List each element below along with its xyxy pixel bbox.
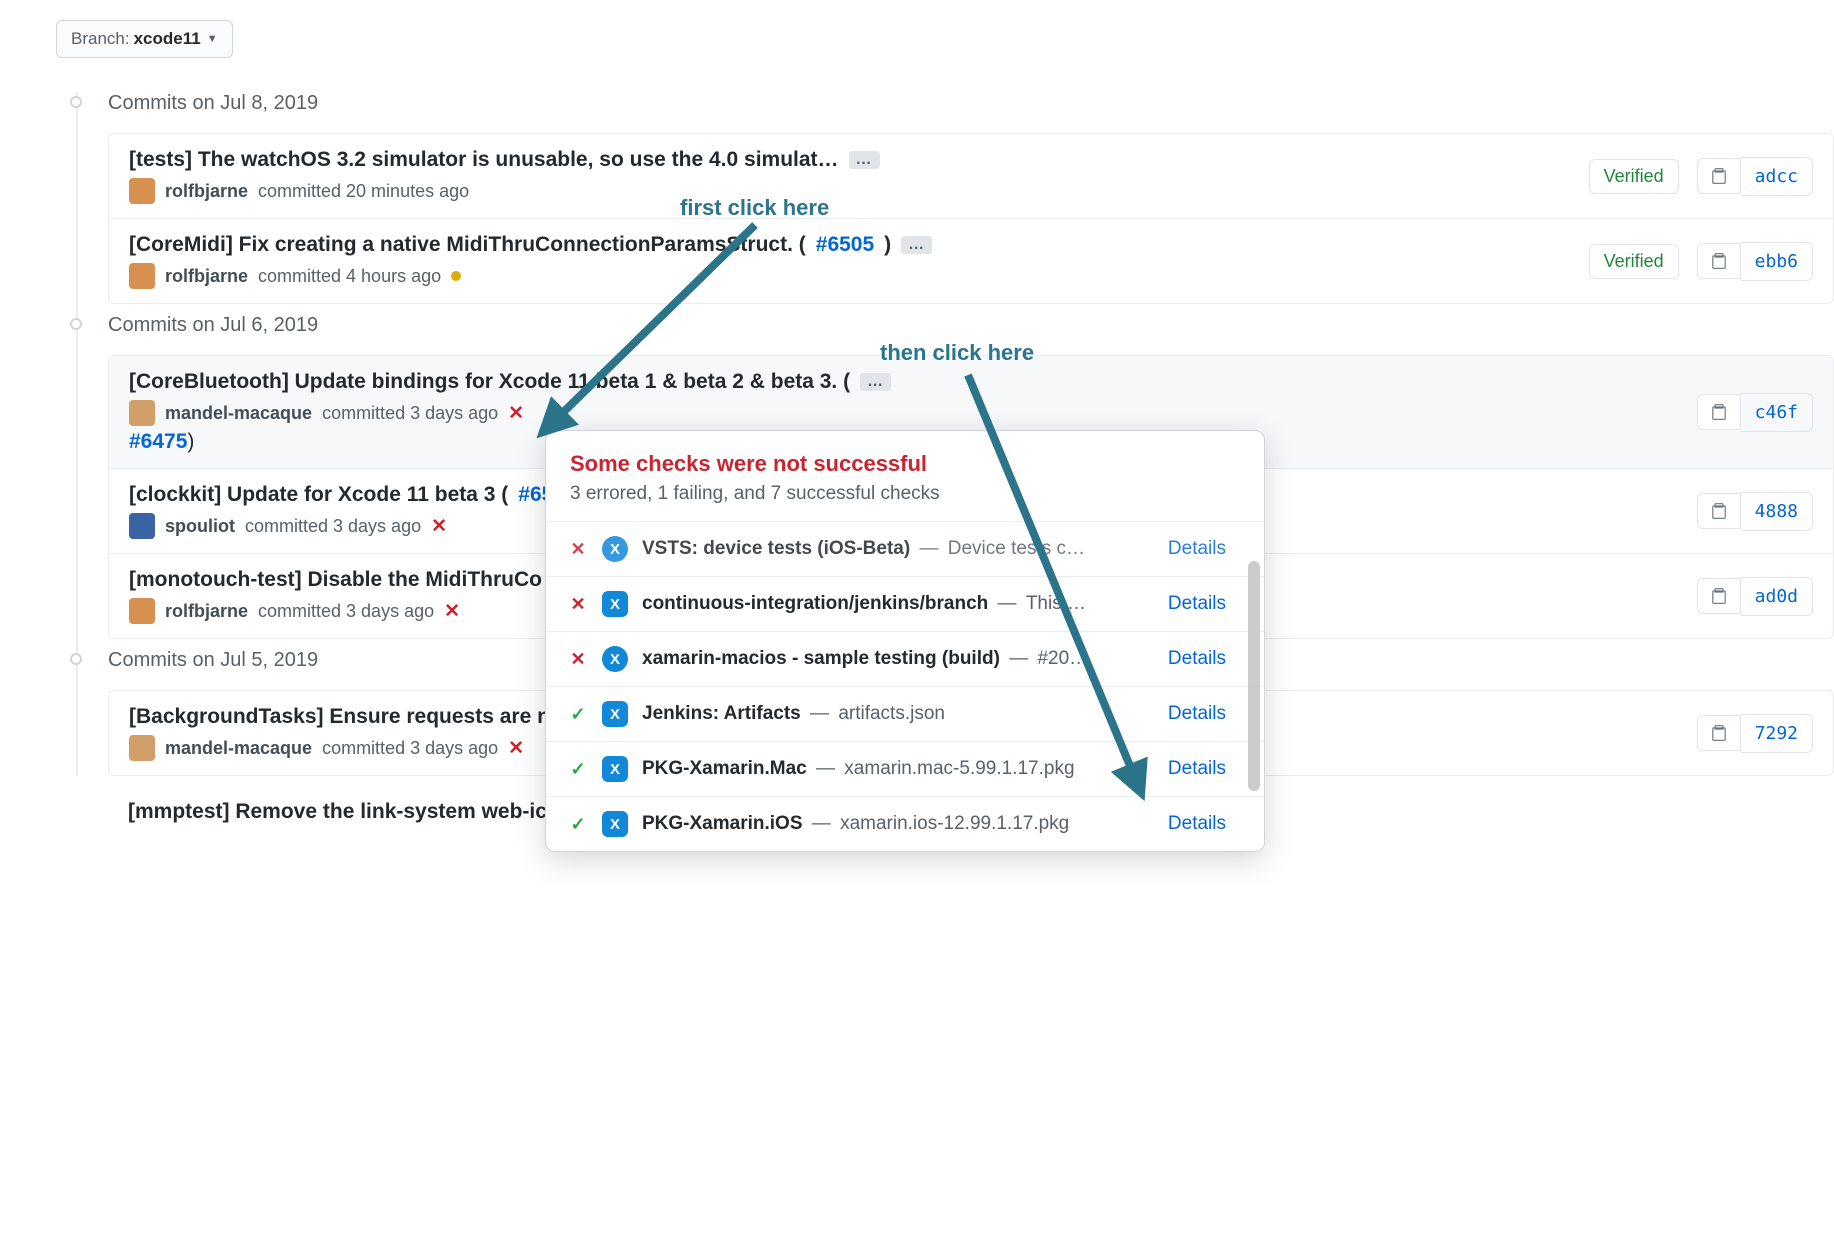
author-link[interactable]: mandel-macaque: [165, 738, 312, 759]
verified-badge[interactable]: Verified: [1589, 244, 1679, 279]
check-name: continuous-integration/jenkins/branch: [642, 593, 988, 614]
annotation-first: first click here: [680, 195, 829, 221]
check-icon: ✓: [568, 759, 588, 780]
x-icon[interactable]: ✕: [508, 737, 524, 760]
ellipsis-button[interactable]: …: [849, 151, 880, 169]
check-description: xamarin.mac-5.99.1.17.pkg: [844, 758, 1074, 779]
author-link[interactable]: rolfbjarne: [165, 601, 248, 622]
check-name: PKG-Xamarin.Mac: [642, 758, 807, 779]
check-row: ✓XPKG-Xamarin.Mac — xamarin.mac-5.99.1.1…: [546, 741, 1264, 796]
author-link[interactable]: mandel-macaque: [165, 403, 312, 424]
author-link[interactable]: rolfbjarne: [165, 181, 248, 202]
branch-label: Branch:: [71, 29, 130, 49]
avatar[interactable]: [129, 178, 155, 204]
date-label: Commits on Jul 8, 2019: [108, 92, 1834, 115]
commit-time: committed 4 hours ago: [258, 266, 441, 287]
x-icon[interactable]: ✕: [508, 402, 524, 425]
commit-item: [CoreMidi] Fix creating a native MidiThr…: [109, 219, 1833, 303]
copy-sha-button[interactable]: [1697, 394, 1741, 430]
check-details-link[interactable]: Details: [1168, 758, 1226, 780]
commit-sha-link[interactable]: adcc: [1741, 157, 1813, 196]
date-label: Commits on Jul 6, 2019: [108, 314, 1834, 337]
avatar[interactable]: [129, 263, 155, 289]
popover-title: Some checks were not successful: [570, 451, 1240, 477]
avatar[interactable]: [129, 735, 155, 761]
commit-sha-link[interactable]: 4888: [1741, 492, 1813, 531]
copy-sha-button[interactable]: [1697, 158, 1741, 194]
ci-logo-icon: X: [602, 536, 628, 562]
commit-sha-link[interactable]: ad0d: [1741, 577, 1813, 616]
x-icon[interactable]: ✕: [444, 600, 460, 623]
commit-time: committed 3 days ago: [322, 738, 498, 759]
check-description: #20…: [1037, 648, 1088, 669]
commit-title[interactable]: [CoreMidi] Fix creating a native MidiThr…: [129, 233, 1569, 257]
check-name: xamarin-macios - sample testing (build): [642, 648, 1000, 669]
check-name: Jenkins: Artifacts: [642, 703, 801, 724]
commit-time: committed 3 days ago: [322, 403, 498, 424]
pr-link[interactable]: #6475: [129, 430, 187, 453]
popover-subtitle: 3 errored, 1 failing, and 7 successful c…: [570, 483, 1240, 505]
check-icon: ✓: [568, 814, 588, 835]
x-icon: ✕: [568, 539, 588, 560]
x-icon: ✕: [568, 649, 588, 670]
check-details-link[interactable]: Details: [1168, 813, 1226, 835]
author-link[interactable]: spouliot: [165, 516, 235, 537]
ci-logo-icon: X: [602, 591, 628, 617]
check-details-link[interactable]: Details: [1168, 703, 1226, 725]
check-description: This …: [1026, 593, 1086, 614]
ci-logo-icon: X: [602, 646, 628, 672]
avatar[interactable]: [129, 513, 155, 539]
commit-title[interactable]: [CoreBluetooth] Update bindings for Xcod…: [129, 370, 1677, 394]
ci-logo-icon: X: [602, 756, 628, 782]
avatar[interactable]: [129, 598, 155, 624]
pending-dot-icon[interactable]: [451, 271, 461, 281]
commit-time: committed 3 days ago: [258, 601, 434, 622]
checks-popover: Some checks were not successful 3 errore…: [545, 430, 1265, 852]
timeline-dot: [70, 96, 82, 108]
commit-title[interactable]: [tests] The watchOS 3.2 simulator is unu…: [129, 148, 1569, 172]
branch-select-button[interactable]: Branch: xcode11 ▼: [56, 20, 233, 58]
commit-list: [tests] The watchOS 3.2 simulator is unu…: [108, 133, 1834, 304]
check-details-link[interactable]: Details: [1168, 593, 1226, 615]
commit-sha-link[interactable]: 7292: [1741, 714, 1813, 753]
check-row: ✕Xcontinuous-integration/jenkins/branch …: [546, 576, 1264, 631]
timeline-dot: [70, 653, 82, 665]
ellipsis-button[interactable]: …: [901, 236, 932, 254]
check-name: PKG-Xamarin.iOS: [642, 813, 803, 834]
copy-sha-button[interactable]: [1697, 578, 1741, 614]
author-link[interactable]: rolfbjarne: [165, 266, 248, 287]
commit-time: committed 20 minutes ago: [258, 181, 469, 202]
check-details-link[interactable]: Details: [1168, 538, 1226, 560]
commit-sha-link[interactable]: c46f: [1741, 393, 1813, 432]
timeline-dot: [70, 318, 82, 330]
chevron-down-icon: ▼: [207, 33, 218, 45]
verified-badge[interactable]: Verified: [1589, 159, 1679, 194]
check-icon: ✓: [568, 704, 588, 725]
copy-sha-button[interactable]: [1697, 493, 1741, 529]
check-row: ✕XVSTS: device tests (iOS-Beta) — Device…: [546, 521, 1264, 576]
check-details-link[interactable]: Details: [1168, 648, 1226, 670]
pr-link[interactable]: #6505: [816, 233, 874, 257]
copy-sha-button[interactable]: [1697, 243, 1741, 279]
check-description: artifacts.json: [838, 703, 945, 724]
check-description: xamarin.ios-12.99.1.17.pkg: [840, 813, 1069, 834]
check-row: ✓XJenkins: Artifacts — artifacts.jsonDet…: [546, 686, 1264, 741]
ci-logo-icon: X: [602, 811, 628, 837]
check-row: ✕ Xxamarin-macios - sample testing (build…: [546, 631, 1264, 686]
copy-sha-button[interactable]: [1697, 715, 1741, 751]
avatar[interactable]: [129, 400, 155, 426]
check-name: VSTS: device tests (iOS-Beta): [642, 538, 910, 559]
check-description: Device tests c…: [948, 538, 1085, 559]
branch-name: xcode11: [134, 29, 201, 49]
ci-logo-icon: X: [602, 701, 628, 727]
x-icon[interactable]: ✕: [431, 515, 447, 538]
annotation-then: then click here: [880, 340, 1034, 366]
x-icon: ✕: [568, 594, 588, 615]
commit-sha-link[interactable]: ebb6: [1741, 242, 1813, 281]
commit-item: [tests] The watchOS 3.2 simulator is unu…: [109, 134, 1833, 219]
ellipsis-button[interactable]: …: [860, 373, 891, 391]
check-row: ✓XPKG-Xamarin.iOS — xamarin.ios-12.99.1.…: [546, 796, 1264, 851]
scrollbar-thumb[interactable]: [1248, 561, 1260, 791]
commit-time: committed 3 days ago: [245, 516, 421, 537]
